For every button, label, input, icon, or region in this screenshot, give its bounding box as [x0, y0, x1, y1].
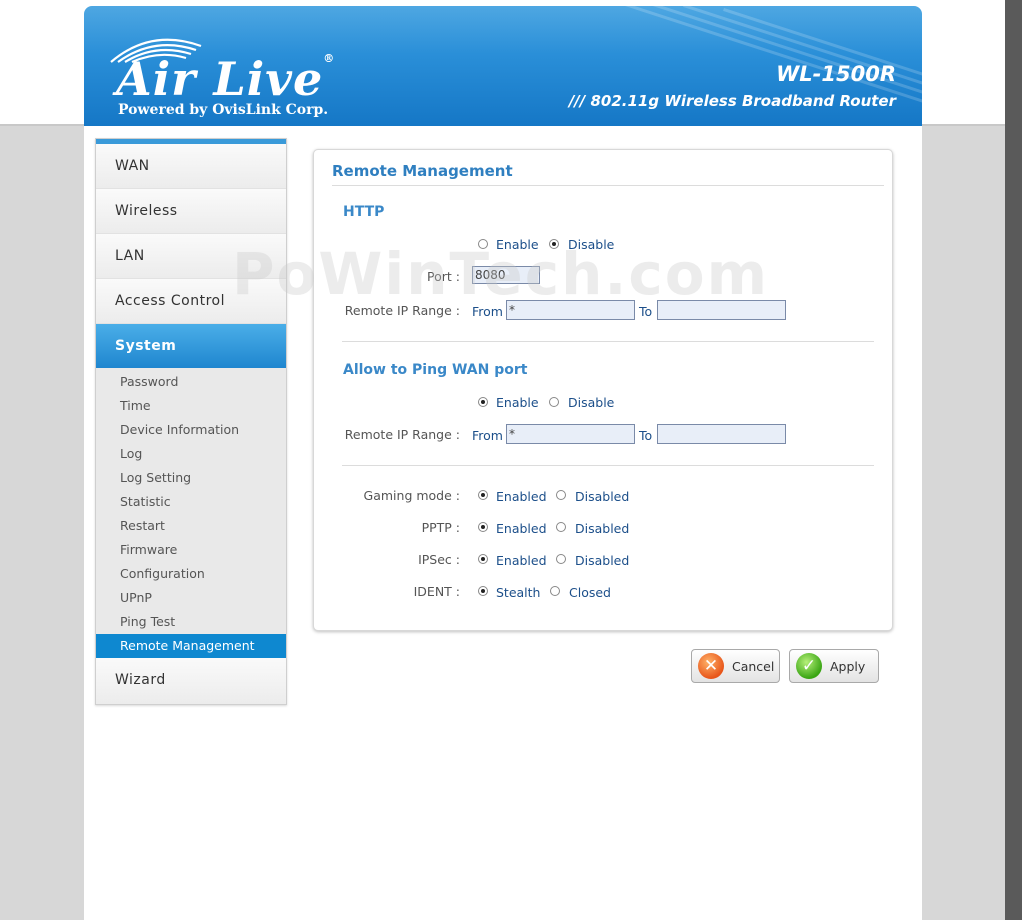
window-edge: [1005, 0, 1022, 920]
ipsec-enabled-label: Enabled: [496, 553, 547, 568]
section-divider: [342, 465, 874, 466]
sidebar-nav: WAN Wireless LAN Access Control System P…: [95, 138, 287, 705]
http-disable-radio[interactable]: [549, 239, 559, 249]
right-background-band: [922, 126, 1006, 920]
section-divider: [342, 341, 874, 342]
pptp-disabled-radio[interactable]: [556, 522, 566, 532]
ident-closed-radio[interactable]: [550, 586, 560, 596]
nav-sub-firmware[interactable]: Firmware: [96, 538, 286, 562]
router-page: Air Live® Powered by OvisLink Corp. WL-1…: [84, 6, 922, 920]
nav-item-system[interactable]: System: [96, 324, 286, 368]
nav-sub-restart[interactable]: Restart: [96, 514, 286, 538]
nav-sub-log[interactable]: Log: [96, 442, 286, 466]
ping-ip-range-label: Remote IP Range :: [344, 427, 460, 442]
model-description: /// 802.11g Wireless Broadband Router: [568, 92, 896, 110]
nav-sub-log-setting[interactable]: Log Setting: [96, 466, 286, 490]
nav-sub-remote-management[interactable]: Remote Management: [96, 634, 286, 658]
nav-sub-ping-test[interactable]: Ping Test: [96, 610, 286, 634]
ping-disable-radio[interactable]: [549, 397, 559, 407]
http-port-label: Port :: [427, 269, 460, 284]
nav-sub-password[interactable]: Password: [96, 370, 286, 394]
ipsec-disabled-label: Disabled: [575, 553, 630, 568]
http-to-label: To: [639, 304, 653, 319]
header-banner: Air Live® Powered by OvisLink Corp. WL-1…: [84, 6, 922, 126]
ident-label: IDENT :: [413, 584, 460, 599]
ping-from-input[interactable]: [506, 424, 635, 444]
logo-tagline: Powered by OvisLink Corp.: [118, 102, 329, 118]
http-port-input[interactable]: [472, 266, 540, 284]
nav-item-access-control[interactable]: Access Control: [96, 279, 286, 324]
cancel-icon: ✕: [698, 653, 724, 679]
gaming-mode-disabled-label: Disabled: [575, 489, 630, 504]
ping-disable-label: Disable: [568, 395, 615, 410]
ping-to-input[interactable]: [657, 424, 786, 444]
pptp-enabled-label: Enabled: [496, 521, 547, 536]
nav-sub-time[interactable]: Time: [96, 394, 286, 418]
http-ip-range-label: Remote IP Range :: [344, 303, 460, 318]
ping-to-label: To: [639, 428, 653, 443]
apply-button[interactable]: ✓ Apply: [789, 649, 879, 683]
nav-item-wizard[interactable]: Wizard: [96, 658, 286, 704]
ping-from-label: From: [472, 428, 503, 443]
http-to-input[interactable]: [657, 300, 786, 320]
gaming-mode-disabled-radio[interactable]: [556, 490, 566, 500]
cancel-button[interactable]: ✕ Cancel: [691, 649, 780, 683]
nav-sub-configuration[interactable]: Configuration: [96, 562, 286, 586]
http-enable-label: Enable: [496, 237, 539, 252]
http-from-input[interactable]: [506, 300, 635, 320]
apply-check-icon: ✓: [796, 653, 822, 679]
ipsec-disabled-radio[interactable]: [556, 554, 566, 564]
ping-enable-label: Enable: [496, 395, 539, 410]
http-disable-label: Disable: [568, 237, 615, 252]
nav-sub-statistic[interactable]: Statistic: [96, 490, 286, 514]
pptp-enabled-radio[interactable]: [478, 522, 488, 532]
ping-enable-radio[interactable]: [478, 397, 488, 407]
ping-section-title: Allow to Ping WAN port: [343, 362, 528, 378]
pptp-label: PPTP :: [421, 520, 460, 535]
pptp-disabled-label: Disabled: [575, 521, 630, 536]
title-divider: [332, 185, 884, 186]
http-from-label: From: [472, 304, 503, 319]
airlive-logo: Air Live® Powered by OvisLink Corp.: [106, 32, 346, 122]
gaming-mode-label: Gaming mode :: [363, 488, 460, 503]
registered-mark: ®: [323, 52, 336, 65]
nav-item-wan[interactable]: WAN: [96, 144, 286, 189]
ident-closed-label: Closed: [569, 585, 611, 600]
logo-text: Air Live®: [116, 52, 336, 106]
nav-sub-upnp[interactable]: UPnP: [96, 586, 286, 610]
system-submenu: Password Time Device Information Log Log…: [96, 368, 286, 658]
nav-item-wireless[interactable]: Wireless: [96, 189, 286, 234]
gaming-mode-enabled-radio[interactable]: [478, 490, 488, 500]
nav-item-lan[interactable]: LAN: [96, 234, 286, 279]
nav-sub-device-information[interactable]: Device Information: [96, 418, 286, 442]
ident-stealth-radio[interactable]: [478, 586, 488, 596]
left-background-band: [0, 126, 84, 920]
ipsec-label: IPSec :: [418, 552, 460, 567]
remote-management-panel: Remote Management HTTP Enable Disable Po…: [313, 149, 893, 631]
gaming-mode-enabled-label: Enabled: [496, 489, 547, 504]
ident-stealth-label: Stealth: [496, 585, 541, 600]
panel-title: Remote Management: [332, 162, 513, 180]
model-name: WL-1500R: [776, 62, 896, 86]
http-section-title: HTTP: [343, 204, 385, 220]
apply-button-label: Apply: [830, 659, 866, 674]
cancel-button-label: Cancel: [732, 659, 775, 674]
http-enable-radio[interactable]: [478, 239, 488, 249]
ipsec-enabled-radio[interactable]: [478, 554, 488, 564]
